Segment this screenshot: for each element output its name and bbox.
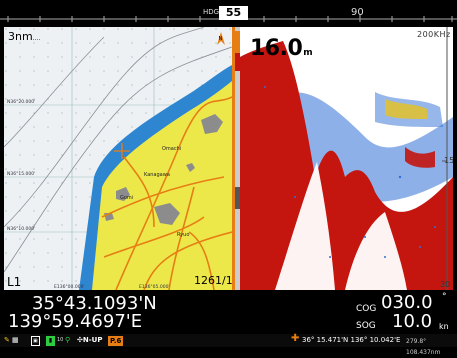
heading-tick-label: 90 [351, 7, 364, 18]
sog-unit: kn [439, 322, 449, 331]
heading-value: 55 [219, 6, 248, 20]
chart-lat-label: N36°20.000' [7, 100, 36, 105]
pen-icon[interactable]: ✎ [4, 335, 10, 346]
cursor-icon: ✚ [291, 333, 300, 344]
chart-pane[interactable]: 3nm.... N N36°20.000' N36°15.000' N36°10… [4, 27, 232, 290]
cog-value: 030.0 [381, 292, 433, 313]
mob-icon[interactable]: ▣ [31, 336, 40, 346]
svg-text:N: N [219, 36, 223, 42]
chart-lat-label: N36°15.000' [7, 172, 36, 177]
cursor-position: 36° 15.471'N 136° 10.042'E [302, 336, 401, 344]
sonar-depth-readout: 16.0m [250, 36, 313, 61]
orientation-mode[interactable]: ✣N-UP [77, 335, 102, 346]
chart-lat-label: N36°10.000' [7, 227, 36, 232]
satellite-count: 10 [57, 337, 64, 343]
chart-layer-label: L1 [7, 275, 22, 289]
chart-lon-label: E136°05.000' [139, 285, 170, 290]
chart-place-label: Omachi [162, 146, 182, 152]
chart-place-label: Ryuo [177, 232, 190, 238]
sonar-pane[interactable]: 16.0m 200KHz 15 30 [235, 27, 453, 290]
chart-scale: 3nm.... [8, 30, 41, 43]
chart-place-label: Kanagawa [144, 172, 170, 178]
chart-id-label: 1261/1 [194, 274, 232, 287]
page-indicator[interactable]: P.6 [108, 336, 124, 346]
chart-map [4, 27, 232, 290]
sonar-echogram [235, 27, 453, 290]
gps-signal-icon: ▮ [46, 336, 55, 346]
cog-unit: ° [442, 292, 447, 302]
sonar-frequency-label: 200KHz [417, 30, 451, 39]
chart-place-label: Gomi [120, 195, 134, 201]
keyboard-icon[interactable]: ▦ [12, 335, 19, 346]
longitude-readout: 139°59.4697'E [8, 311, 143, 332]
sog-label: SOG [356, 321, 376, 331]
waypoint-icon[interactable]: ⚲ [65, 335, 70, 346]
sonar-scale-bottom: 30 [440, 280, 451, 289]
cursor-bearing-distance: 279.8° 108.437nm [406, 338, 441, 356]
cog-label: COG [356, 304, 377, 314]
sog-value: 10.0 [392, 311, 433, 332]
heading-label: HDG [203, 8, 220, 16]
chart-lon-label: E136°00.000' [54, 285, 85, 290]
sonar-scale-mid: 15 [444, 156, 453, 165]
